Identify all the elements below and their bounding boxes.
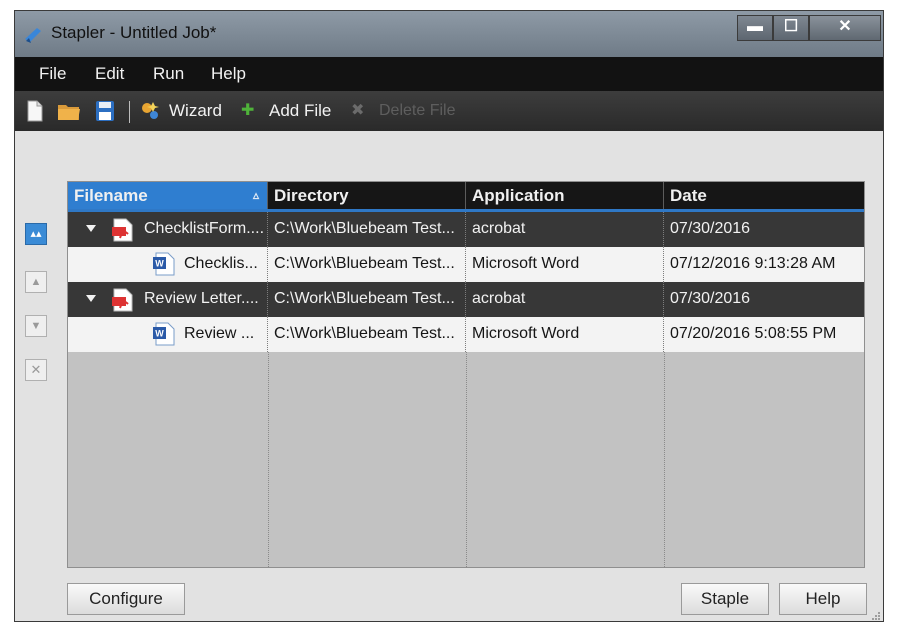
column-header-filename[interactable]: Filename ▵ bbox=[68, 182, 268, 209]
content-area: ▴▴ ▲ ▼ ✕ Filename ▵ Directory Applicatio… bbox=[15, 131, 883, 621]
column-header-date[interactable]: Date bbox=[664, 182, 864, 209]
svg-text:W: W bbox=[155, 329, 164, 339]
table-row[interactable]: ChecklistForm.... C:\Work\Bluebeam Test.… bbox=[68, 212, 864, 247]
cell-application: acrobat bbox=[466, 212, 664, 247]
cell-date: 07/20/2016 5:08:55 PM bbox=[670, 325, 837, 342]
close-button[interactable]: ✕ bbox=[809, 15, 881, 41]
help-button[interactable]: Help bbox=[779, 583, 867, 615]
filename-text: Checklis... bbox=[184, 255, 258, 272]
menu-run[interactable]: Run bbox=[153, 64, 184, 84]
filename-text: Review Letter.... bbox=[144, 290, 259, 307]
new-file-icon[interactable] bbox=[25, 100, 45, 122]
cell-application: Microsoft Word bbox=[466, 247, 664, 282]
remove-button[interactable]: ✕ bbox=[25, 359, 47, 381]
column-header-application[interactable]: Application bbox=[466, 182, 664, 209]
menu-edit[interactable]: Edit bbox=[95, 64, 124, 84]
move-up-button[interactable]: ▲ bbox=[25, 271, 47, 293]
cell-application: Microsoft Word bbox=[466, 317, 664, 352]
grid-header: Filename ▵ Directory Application Date bbox=[68, 182, 864, 212]
wizard-icon bbox=[142, 102, 159, 119]
column-header-filename-label: Filename bbox=[74, 186, 148, 205]
word-file-icon: W bbox=[153, 322, 175, 346]
svg-text:W: W bbox=[155, 259, 164, 269]
sort-ascending-icon: ▵ bbox=[252, 188, 259, 202]
toolbar-separator bbox=[129, 101, 130, 123]
file-grid: Filename ▵ Directory Application Date Ch… bbox=[67, 181, 865, 568]
menu-help[interactable]: Help bbox=[211, 64, 246, 84]
resize-grip-icon[interactable] bbox=[871, 611, 881, 621]
table-row[interactable]: Review Letter.... C:\Work\Bluebeam Test.… bbox=[68, 282, 864, 317]
pdf-file-icon bbox=[112, 288, 133, 312]
cell-directory: C:\Work\Bluebeam Test... bbox=[268, 282, 466, 317]
delete-file-button[interactable]: Delete File bbox=[379, 99, 455, 123]
table-row[interactable]: W Review ... C:\Work\Bluebeam Test... Mi… bbox=[68, 317, 864, 352]
toolbar: Wizard ✚ Add File ✖ Delete File bbox=[15, 91, 883, 131]
title-bar[interactable]: Stapler - Untitled Job* ▬ ☐ ✕ bbox=[15, 11, 883, 57]
cell-directory: C:\Work\Bluebeam Test... bbox=[268, 317, 466, 352]
add-file-button[interactable]: Add File bbox=[269, 99, 331, 123]
collapse-chevron-icon[interactable] bbox=[86, 225, 96, 232]
cell-directory: C:\Work\Bluebeam Test... bbox=[268, 247, 466, 282]
cell-date: 07/12/2016 9:13:28 AM bbox=[670, 255, 836, 272]
menu-file[interactable]: File bbox=[39, 64, 66, 84]
window-title: Stapler - Untitled Job* bbox=[51, 23, 217, 42]
table-row[interactable]: W Checklis... C:\Work\Bluebeam Test... M… bbox=[68, 247, 864, 282]
filename-text: Review ... bbox=[184, 325, 255, 342]
cell-directory: C:\Work\Bluebeam Test... bbox=[268, 212, 466, 247]
move-to-top-button[interactable]: ▴▴ bbox=[25, 223, 47, 245]
wizard-button[interactable]: Wizard bbox=[169, 99, 222, 123]
collapse-chevron-icon[interactable] bbox=[86, 295, 96, 302]
move-down-button[interactable]: ▼ bbox=[25, 315, 47, 337]
stapler-app-icon bbox=[25, 28, 41, 43]
save-icon[interactable] bbox=[95, 100, 115, 122]
cell-date: 07/30/2016 bbox=[670, 220, 751, 237]
cell-filename: ChecklistForm.... bbox=[68, 212, 268, 247]
cell-application: acrobat bbox=[466, 282, 664, 317]
maximize-button[interactable]: ☐ bbox=[773, 15, 809, 41]
cell-date: 07/30/2016 bbox=[670, 290, 751, 307]
open-folder-icon[interactable] bbox=[57, 100, 81, 122]
delete-file-icon: ✖ bbox=[351, 102, 365, 119]
configure-button[interactable]: Configure bbox=[67, 583, 185, 615]
minimize-button[interactable]: ▬ bbox=[737, 15, 773, 41]
staple-button[interactable]: Staple bbox=[681, 583, 769, 615]
add-file-icon: ✚ bbox=[241, 102, 255, 119]
cell-filename: W Checklis... bbox=[68, 247, 268, 282]
cell-filename: Review Letter.... bbox=[68, 282, 268, 317]
menu-bar: File Edit Run Help bbox=[15, 57, 883, 91]
word-file-icon: W bbox=[153, 252, 175, 276]
pdf-file-icon bbox=[112, 218, 133, 242]
column-header-directory[interactable]: Directory bbox=[268, 182, 466, 209]
cell-filename: W Review ... bbox=[68, 317, 268, 352]
filename-text: ChecklistForm.... bbox=[144, 220, 265, 237]
stapler-window: Stapler - Untitled Job* ▬ ☐ ✕ File Edit … bbox=[14, 10, 884, 622]
